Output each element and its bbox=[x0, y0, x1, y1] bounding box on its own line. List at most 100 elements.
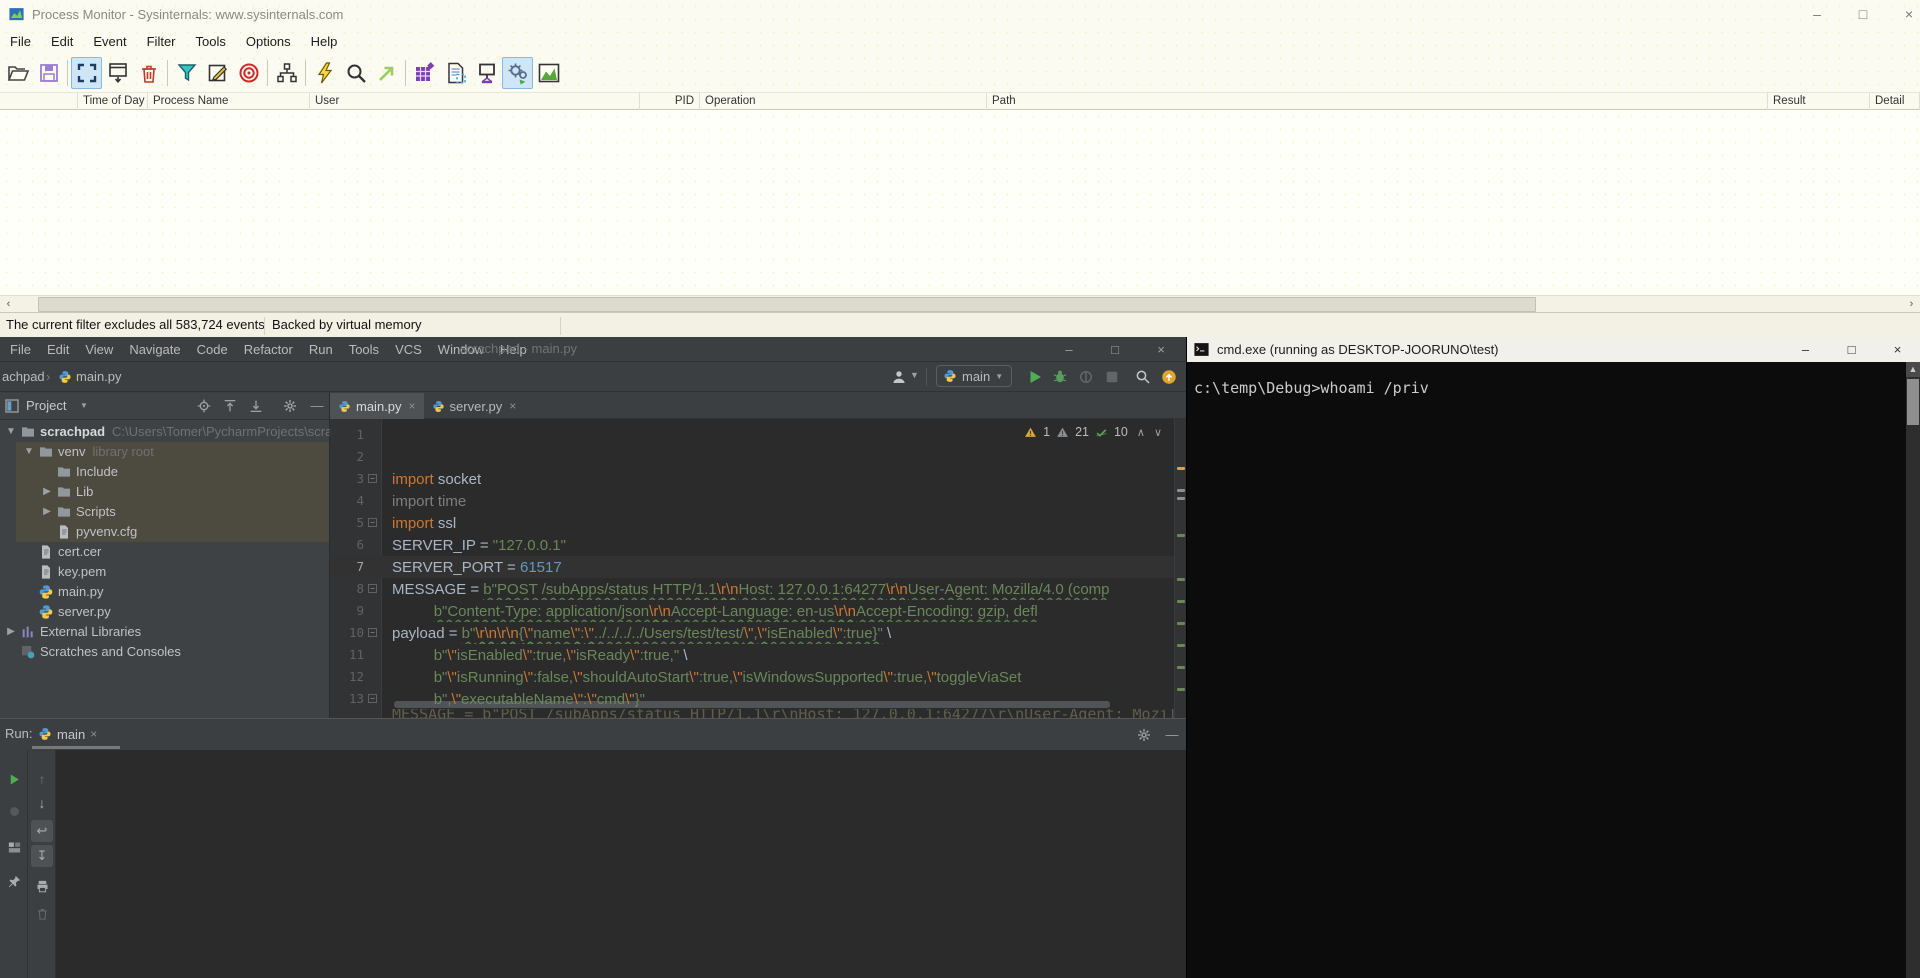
file-system-activity-icon[interactable] bbox=[440, 57, 471, 89]
tree-item-venv[interactable]: ▼venvlibrary root bbox=[0, 442, 329, 462]
scroll-left-icon[interactable]: ‹ bbox=[0, 296, 17, 313]
menu-item-options[interactable]: Options bbox=[236, 34, 301, 49]
column-header-result[interactable]: Result bbox=[1768, 93, 1870, 110]
menu-item-vcs[interactable]: VCS bbox=[387, 342, 430, 357]
stripe-mark[interactable] bbox=[1177, 489, 1185, 492]
find-icon[interactable] bbox=[340, 57, 371, 89]
scrollbar-thumb[interactable] bbox=[1907, 379, 1919, 425]
tree-item-scrachpad[interactable]: ▼scrachpadC:\Users\Tomer\PycharmProjects… bbox=[0, 422, 329, 442]
open-icon[interactable] bbox=[2, 57, 33, 89]
fold-icon[interactable]: − bbox=[368, 584, 377, 593]
stripe-mark[interactable] bbox=[1177, 600, 1185, 603]
tree-item-pyvenv-cfg[interactable]: pyvenv.cfg bbox=[0, 522, 329, 542]
close-icon[interactable]: × bbox=[90, 727, 97, 741]
updates-available-icon[interactable] bbox=[1160, 368, 1178, 386]
project-panel-title[interactable]: Project bbox=[26, 398, 66, 413]
stripe-mark[interactable] bbox=[1177, 622, 1185, 625]
stripe-mark[interactable] bbox=[1177, 534, 1185, 537]
stripe-mark[interactable] bbox=[1177, 578, 1185, 581]
scroll-right-icon[interactable]: › bbox=[1903, 296, 1920, 313]
column-header-pid[interactable]: PID bbox=[640, 93, 700, 110]
run-configuration-select[interactable]: main ▼ bbox=[936, 365, 1012, 387]
save-icon[interactable] bbox=[33, 57, 64, 89]
jump-to-icon[interactable] bbox=[371, 57, 402, 89]
process-tree-icon[interactable] bbox=[271, 57, 302, 89]
menu-item-event[interactable]: Event bbox=[83, 34, 136, 49]
down-arrow-icon[interactable]: ↓ bbox=[31, 792, 53, 814]
user-icon[interactable] bbox=[890, 368, 908, 386]
stripe-mark[interactable] bbox=[1177, 666, 1185, 669]
soft-wrap-icon[interactable]: ↩ bbox=[31, 820, 53, 842]
menu-item-filter[interactable]: Filter bbox=[137, 34, 186, 49]
chevron-down-icon[interactable]: ▼ bbox=[80, 401, 88, 410]
tree-item-lib[interactable]: ▶Lib bbox=[0, 482, 329, 502]
menu-item-view[interactable]: View bbox=[77, 342, 121, 357]
stop-icon[interactable] bbox=[3, 800, 25, 822]
cmd-console[interactable]: c:\temp\Debug>whoami /priv ▲ bbox=[1187, 362, 1920, 978]
scroll-end-icon[interactable]: ↧ bbox=[31, 845, 53, 867]
include-process-icon[interactable] bbox=[233, 57, 264, 89]
maximize-button[interactable]: □ bbox=[1829, 337, 1874, 362]
tree-item-include[interactable]: Include bbox=[0, 462, 329, 482]
stripe-mark[interactable] bbox=[1177, 497, 1185, 500]
editor-tab-server-py[interactable]: server.py× bbox=[424, 393, 525, 419]
close-icon[interactable]: × bbox=[407, 399, 416, 413]
restore-layout-icon[interactable] bbox=[3, 836, 25, 858]
column-header-process-name[interactable]: Process Name bbox=[148, 93, 310, 110]
run-tab-main[interactable]: main × bbox=[32, 721, 103, 747]
horizontal-scrollbar[interactable]: ‹ › bbox=[0, 295, 1920, 312]
menu-item-file[interactable]: File bbox=[2, 342, 39, 357]
profiling-events-icon[interactable] bbox=[533, 57, 564, 89]
autoscroll-icon[interactable] bbox=[102, 57, 133, 89]
menu-item-refactor[interactable]: Refactor bbox=[236, 342, 301, 357]
column-header-detail[interactable]: Detail bbox=[1870, 93, 1920, 110]
scroll-up-icon[interactable]: ▲ bbox=[1906, 362, 1920, 377]
breadcrumb-file[interactable]: main.py bbox=[76, 369, 122, 384]
menu-item-tools[interactable]: Tools bbox=[186, 34, 236, 49]
chevron-down-icon[interactable]: ▼ bbox=[22, 442, 36, 462]
hide-panel-icon[interactable]: — bbox=[308, 397, 326, 415]
close-icon[interactable]: × bbox=[507, 399, 516, 413]
tree-item-cert-cer[interactable]: cert.cer bbox=[0, 542, 329, 562]
locate-icon[interactable] bbox=[196, 397, 214, 415]
maximize-button[interactable]: □ bbox=[1098, 337, 1132, 362]
close-button[interactable]: × bbox=[1888, 0, 1920, 28]
up-arrow-icon[interactable]: ↑ bbox=[31, 768, 53, 790]
network-activity-icon[interactable] bbox=[471, 57, 502, 89]
fold-icon[interactable]: − bbox=[368, 694, 377, 703]
tree-item-external-libraries[interactable]: ▶External Libraries bbox=[0, 622, 329, 642]
tree-item-server-py[interactable]: server.py bbox=[0, 602, 329, 622]
close-button[interactable]: × bbox=[1875, 337, 1920, 362]
chevron-right-icon[interactable]: ▶ bbox=[40, 482, 54, 502]
menu-item-file[interactable]: File bbox=[0, 34, 41, 49]
chevron-down-icon[interactable]: ▼ bbox=[910, 370, 919, 380]
tree-item-key-pem[interactable]: key.pem bbox=[0, 562, 329, 582]
minimize-button[interactable]: – bbox=[1783, 337, 1828, 362]
print-icon[interactable] bbox=[31, 875, 53, 897]
chevron-right-icon[interactable]: ▶ bbox=[4, 622, 18, 642]
minimize-button[interactable]: – bbox=[1052, 337, 1086, 362]
profiler-icon[interactable] bbox=[1103, 368, 1121, 386]
clear-icon[interactable] bbox=[133, 57, 164, 89]
editor-tab-main-py[interactable]: main.py× bbox=[330, 393, 424, 419]
column-header-time-of-day[interactable]: Time of Day bbox=[78, 93, 148, 110]
filter-icon[interactable] bbox=[171, 57, 202, 89]
settings-icon[interactable] bbox=[1136, 725, 1156, 745]
tree-item-main-py[interactable]: main.py bbox=[0, 582, 329, 602]
debug-icon[interactable] bbox=[1051, 368, 1069, 386]
fold-icon[interactable]: − bbox=[368, 518, 377, 527]
menu-item-code[interactable]: Code bbox=[189, 342, 236, 357]
cmd-scrollbar[interactable]: ▲ bbox=[1906, 362, 1920, 978]
menu-item-run[interactable]: Run bbox=[301, 342, 341, 357]
event-list-empty[interactable] bbox=[0, 110, 1920, 295]
column-header-path[interactable]: Path bbox=[987, 93, 1768, 110]
menu-item-help[interactable]: Help bbox=[301, 34, 348, 49]
maximize-button[interactable]: □ bbox=[1842, 0, 1884, 28]
collapse-all-icon[interactable] bbox=[248, 397, 266, 415]
settings-icon[interactable] bbox=[282, 397, 300, 415]
menu-item-navigate[interactable]: Navigate bbox=[121, 342, 188, 357]
breadcrumb-project[interactable]: achpad bbox=[2, 369, 45, 384]
run-icon[interactable] bbox=[1026, 368, 1044, 386]
fold-icon[interactable]: − bbox=[368, 474, 377, 483]
run-console[interactable] bbox=[56, 750, 1186, 978]
